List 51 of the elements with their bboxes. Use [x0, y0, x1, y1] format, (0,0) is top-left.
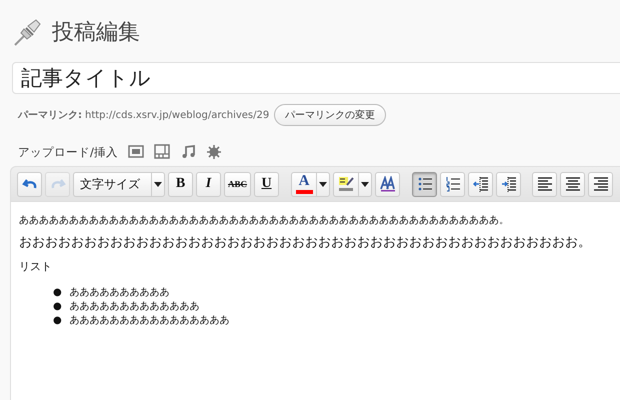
align-right-button[interactable] [588, 172, 614, 196]
bullet-list-icon [416, 176, 433, 192]
bullet-list-button[interactable] [412, 172, 438, 196]
align-center-icon [564, 176, 581, 192]
dropdown-button[interactable] [316, 172, 330, 196]
styles-button[interactable] [375, 172, 400, 196]
highlighter-icon [338, 176, 354, 192]
dropdown-button[interactable] [358, 172, 372, 196]
font-size-select[interactable]: 文字サイズ [73, 172, 151, 196]
align-left-icon [536, 176, 553, 192]
highlight-button[interactable] [333, 172, 358, 196]
underline-button[interactable]: U [254, 172, 280, 196]
film-icon[interactable] [154, 144, 170, 160]
outdent-icon [472, 176, 489, 192]
music-note-icon[interactable] [180, 144, 196, 160]
dropdown-button[interactable] [151, 172, 165, 196]
numbered-list-icon [444, 176, 461, 192]
bullet: ● [53, 314, 62, 328]
caret-icon [361, 182, 370, 186]
text-color-button[interactable]: A [291, 172, 316, 196]
caret-icon [154, 182, 162, 186]
upload-insert-label: アップロード/挿入 [18, 144, 118, 160]
align-left-button[interactable] [532, 172, 558, 196]
numbered-list-button[interactable] [440, 172, 466, 196]
image-icon[interactable] [128, 144, 144, 160]
styles-icon [380, 176, 396, 192]
strikethrough-button[interactable]: ABC [224, 172, 252, 196]
paragraph-text: リスト [19, 260, 53, 274]
indent-button[interactable] [496, 172, 522, 196]
indent-icon [500, 176, 517, 192]
change-permalink-button[interactable]: パーマリンクの変更 [274, 104, 386, 126]
page-title: 投稿編集 [52, 19, 140, 47]
permalink-label: パーマリンク: [18, 109, 82, 122]
post-title-field[interactable]: 記事タイトル [12, 62, 620, 94]
editor-content-area[interactable]: ああああああああああああああああああああああああああああああああああああああああああああああああ。 おおおおおおおおおおおおおおおおおおおおおおおおおおおおおおおおおおおおおおおおおおお。 リスト ● ああああああああああ ● あああああああああああああ ● ああああああああああああああああ [10, 201, 620, 400]
list-item: ああああああああああああああああ [70, 314, 230, 328]
paragraph-text: ああああああああああああああああああああああああああああああああああああああああああああああああ。 [19, 214, 510, 227]
list-item: あああああああああああああ [70, 300, 200, 314]
outdent-button[interactable] [468, 172, 494, 196]
bullet: ● [53, 286, 62, 300]
italic-button[interactable]: I [196, 172, 221, 196]
bullet: ● [53, 300, 62, 314]
caret-icon [319, 182, 328, 186]
permalink-url[interactable]: http://cds.xsrv.jp/weblog/archives/29 [85, 110, 270, 120]
align-center-button[interactable] [560, 172, 586, 196]
list-item: ああああああああああ [70, 286, 170, 300]
bold-button[interactable]: B [168, 172, 193, 196]
star-burst-icon[interactable] [206, 144, 222, 160]
align-right-icon [592, 176, 609, 192]
undo-button[interactable] [17, 172, 42, 196]
paragraph-text: おおおおおおおおおおおおおおおおおおおおおおおおおおおおおおおおおおおおおおおおおおお。 [19, 235, 592, 252]
